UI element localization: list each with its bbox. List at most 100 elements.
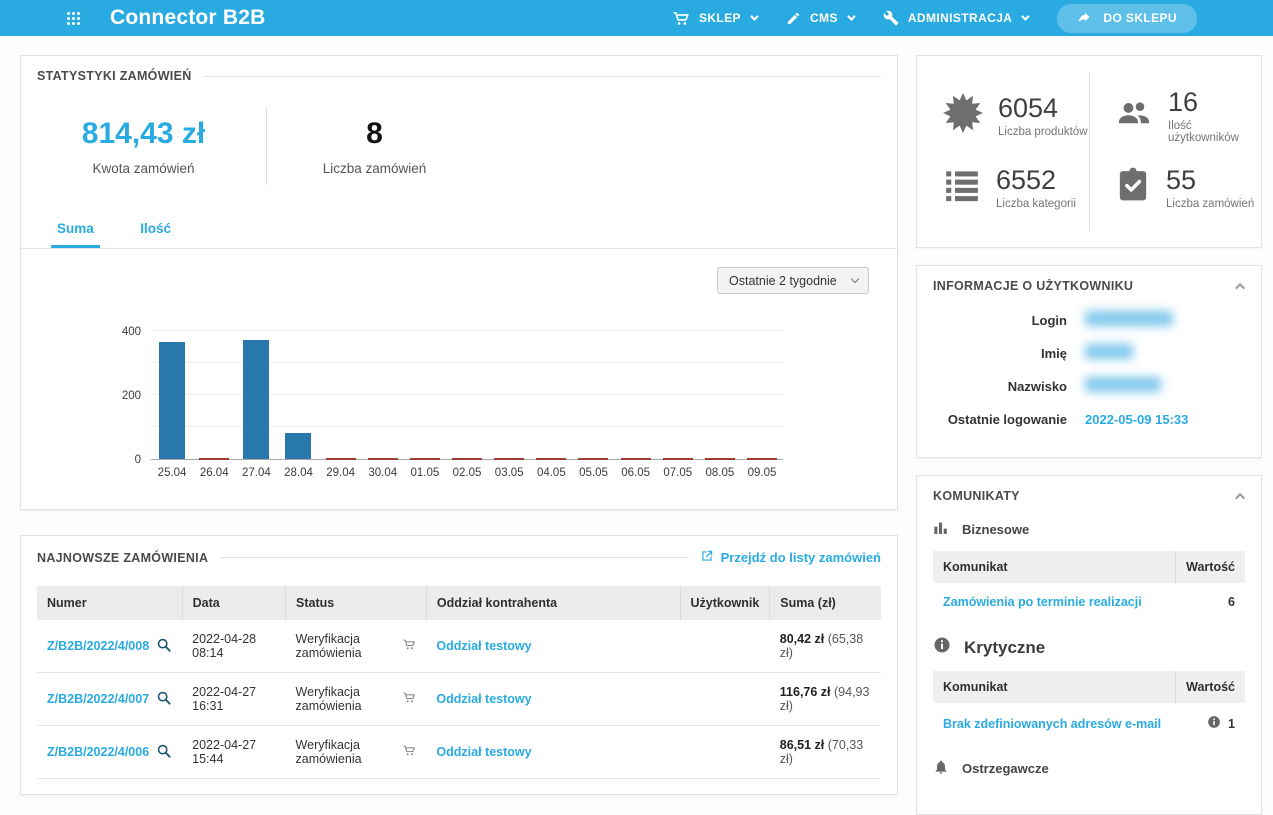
kpi-label: Liczba zamówień	[322, 160, 427, 176]
chart-xlabel: 27.04	[241, 467, 271, 479]
stat-categories: 6552 Liczba kategorii	[917, 152, 1089, 224]
order-status: Weryfikacja zamówienia	[295, 738, 362, 766]
go-to-orders-link[interactable]: Przejdź do listy zamówień	[700, 549, 881, 566]
date-range-select[interactable]: Ostatnie 2 tygodnie	[717, 267, 869, 294]
order-stats-panel: STATYSTYKI ZAMÓWIEŃ 814,43 zł Kwota zamó…	[20, 55, 898, 510]
field-label: Ostatnie logowanie	[947, 411, 1067, 427]
menu-administracja[interactable]: ADMINISTRACJA	[883, 10, 1031, 26]
user-field-nazwisko: Nazwisko	[917, 377, 1261, 395]
clipboard-check-icon	[1115, 166, 1151, 209]
user-field-imie: Imię	[917, 344, 1261, 362]
stat-label: Liczba kategorii	[996, 197, 1076, 210]
magnifier-icon[interactable]	[156, 743, 172, 762]
tab-suma[interactable]: Suma	[51, 215, 100, 248]
stat-label: Liczba produktów	[998, 126, 1088, 139]
brand-logo[interactable]: Connector B2B	[110, 6, 265, 30]
burst-icon	[943, 93, 983, 138]
table-row: Z/B2B/2022/4/006 2022-04-27 15:44 Weryfi…	[37, 725, 881, 779]
section-heading: Biznesowe	[962, 522, 1030, 537]
chart-xlabel: 09.05	[747, 467, 777, 479]
stat-users: 16 Ilość użytkowników	[1089, 80, 1261, 152]
chart-zero-marker	[325, 458, 356, 460]
chart-zero-marker	[746, 458, 777, 460]
order-date: 2022-04-27 16:31	[182, 672, 286, 726]
latest-orders-panel: NAJNOWSZE ZAMÓWIENIA Przejdź do listy za…	[20, 535, 898, 795]
redacted-firstname-value	[1085, 344, 1133, 359]
kpi-row: 814,43 zł Kwota zamówień 8 Liczba zamówi…	[21, 107, 897, 185]
chart-xlabel: 29.04	[326, 467, 356, 479]
order-number-link[interactable]: Z/B2B/2022/4/008	[47, 639, 149, 653]
contractor-branch-link[interactable]: Oddział testowy	[436, 639, 531, 653]
kpi-label: Kwota zamówień	[92, 160, 195, 176]
stat-value: 16	[1168, 87, 1199, 118]
order-total: 86,51 zł	[779, 738, 825, 752]
messages-table-header: Komunikat Wartość	[933, 671, 1245, 703]
chart-xlabel: 02.05	[452, 467, 482, 479]
tab-ilosc[interactable]: Ilość	[134, 215, 177, 248]
info-icon	[933, 636, 951, 659]
chart-zero-marker	[536, 458, 567, 460]
list-icon	[943, 166, 981, 209]
divider	[220, 557, 688, 558]
collapse-chevron-icon[interactable]	[1235, 282, 1246, 293]
forward-arrow-icon	[1077, 10, 1093, 27]
message-link[interactable]: Zamówienia po terminie realizacji	[943, 595, 1142, 609]
message-link[interactable]: Brak zdefiniowanych adresów e-mail	[943, 717, 1161, 731]
field-label: Login	[1031, 312, 1067, 328]
wrench-icon	[883, 10, 899, 26]
chart-xaxis: 25.04 26.04 27.04 28.04 29.04 30.04 01.05 02.05…	[151, 467, 783, 479]
order-status: Weryfikacja zamówienia	[295, 632, 362, 660]
order-number-link[interactable]: Z/B2B/2022/4/006	[47, 745, 149, 759]
date-range-value: Ostatnie 2 tygodnie	[729, 274, 837, 288]
contractor-branch-link[interactable]: Oddział testowy	[436, 692, 531, 706]
chart-xlabel: 05.05	[579, 467, 608, 479]
chart-xlabel: 03.05	[494, 467, 524, 479]
panel-title: NAJNOWSZE ZAMÓWIENIA	[37, 550, 209, 565]
section-krytyczne: Krytyczne	[933, 636, 1245, 659]
bar-chart-icon	[933, 520, 949, 539]
chevron-down-icon	[847, 12, 856, 21]
apps-grid-icon[interactable]	[66, 10, 82, 26]
do-sklepu-button[interactable]: DO SKLEPU	[1057, 3, 1197, 33]
magnifier-icon[interactable]	[156, 637, 172, 656]
kpi-order-count: 8 Liczba zamówień	[267, 117, 482, 176]
message-value: 1	[1228, 716, 1235, 731]
chart-xlabel: 06.05	[621, 467, 650, 479]
table-row: Zamówienia po terminie realizacji 6	[933, 583, 1245, 619]
chart-xlabel: 30.04	[368, 467, 398, 479]
bell-icon	[933, 759, 949, 778]
stat-value: 6552	[996, 164, 1057, 195]
do-sklepu-label: DO SKLEPU	[1103, 11, 1177, 25]
biznesowe-table: Komunikat Wartość Zamówienia po terminie…	[933, 551, 1245, 619]
chart-xlabel: 26.04	[199, 467, 229, 479]
col-status: Status	[285, 586, 427, 620]
col-data: Data	[181, 586, 286, 620]
messages-table-header: Komunikat Wartość	[933, 551, 1245, 583]
collapse-chevron-icon[interactable]	[1235, 492, 1246, 503]
stat-orders: 55 Liczba zamówień	[1089, 152, 1261, 224]
field-label: Imię	[1040, 345, 1067, 361]
table-row: Z/B2B/2022/4/007 2022-04-27 16:31 Weryfi…	[37, 672, 881, 726]
stat-label: Liczba zamówień	[1166, 197, 1255, 210]
chart-xlabel: 01.05	[410, 467, 440, 479]
magnifier-icon[interactable]	[156, 690, 172, 709]
chart-zero-marker	[704, 458, 735, 460]
col-komunikat: Komunikat	[933, 551, 1176, 583]
contractor-branch-link[interactable]: Oddział testowy	[436, 745, 531, 759]
redacted-lastname-value	[1085, 377, 1161, 392]
col-oddzial: Oddział kontrahenta	[425, 586, 681, 620]
chart-xlabel: 08.05	[705, 467, 735, 479]
menu-cms[interactable]: CMS	[786, 11, 856, 26]
user-field-login: Login	[917, 311, 1261, 329]
user-info-panel: INFORMACJE O UŻYTKOWNIKU Login Imię Nazw…	[916, 265, 1262, 458]
chart-bar	[285, 433, 312, 459]
stat-value: 6054	[998, 93, 1059, 124]
chart-zero-marker	[620, 458, 651, 460]
orders-bar-chart: 0 200 400 25.04 26.04 27.04 28.04 29.04 30.04 01…	[122, 326, 783, 479]
chart-xlabel: 04.05	[536, 467, 566, 479]
panel-title: STATYSTYKI ZAMÓWIEŃ	[37, 69, 192, 83]
order-number-link[interactable]: Z/B2B/2022/4/007	[47, 692, 149, 706]
menu-sklep[interactable]: SKLEP	[673, 10, 759, 27]
table-row: Brak zdefiniowanych adresów e-mail 1	[933, 703, 1245, 742]
col-wartosc: Wartość	[1175, 671, 1245, 703]
